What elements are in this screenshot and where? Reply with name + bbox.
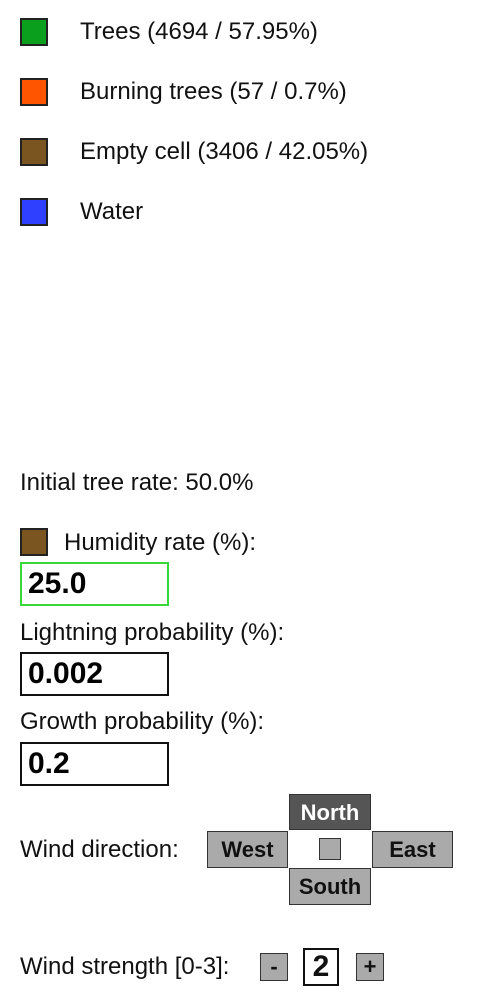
empty-cell-color-swatch xyxy=(20,138,48,166)
wind-direction-label: Wind direction: xyxy=(20,836,179,863)
burning-trees-color-swatch xyxy=(20,78,48,106)
humidity-swatch-fill xyxy=(20,528,48,556)
trees-color-swatch xyxy=(20,18,48,46)
lightning-probability-label: Lightning probability (%): xyxy=(20,619,285,646)
water-color-swatch xyxy=(20,198,48,226)
growth-probability-input[interactable] xyxy=(20,742,169,786)
wind-strength-label: Wind strength [0-3]: xyxy=(20,953,230,980)
wind-south-button[interactable]: South xyxy=(289,868,371,905)
wind-center-indicator xyxy=(319,838,341,860)
initial-tree-rate-text: Initial tree rate: 50.0% xyxy=(20,469,254,496)
growth-probability-label: Growth probability (%): xyxy=(20,708,265,735)
humidity-label: Humidity rate (%): xyxy=(64,529,257,556)
humidity-rate-input[interactable] xyxy=(20,562,169,606)
wind-strength-decrease-button[interactable]: - xyxy=(260,953,288,981)
wind-west-button[interactable]: West xyxy=(207,831,288,868)
wind-north-button[interactable]: North xyxy=(289,794,371,830)
wind-strength-value: 2 xyxy=(303,948,339,986)
legend-label: Empty cell (3406 / 42.05%) xyxy=(80,138,369,165)
lightning-probability-input[interactable] xyxy=(20,652,169,696)
wind-east-button[interactable]: East xyxy=(372,831,453,868)
legend-label: Burning trees (57 / 0.7%) xyxy=(80,78,347,105)
legend-label: Water xyxy=(80,198,144,225)
wind-strength-increase-button[interactable]: + xyxy=(356,953,384,981)
legend-label: Trees (4694 / 57.95%) xyxy=(80,18,318,45)
